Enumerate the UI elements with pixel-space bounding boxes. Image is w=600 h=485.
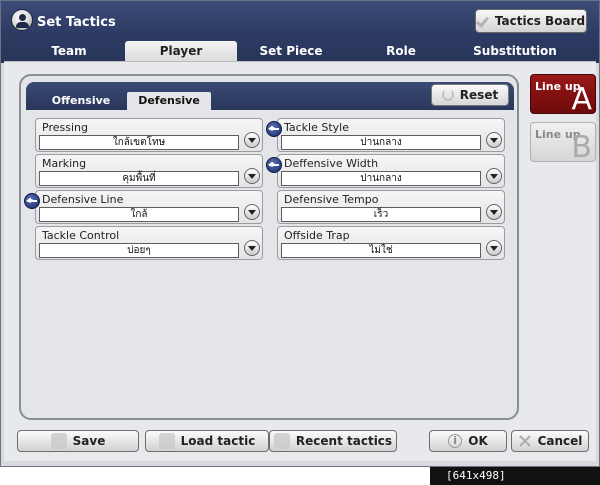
tactics-panel: Offensive Defensive Reset Pressing ใกล้เ… bbox=[19, 74, 519, 420]
defensive-tempo-select[interactable]: เร็ว bbox=[281, 207, 481, 222]
tab-role[interactable]: Role bbox=[351, 41, 451, 61]
main-tabs: Team Player Set Piece Role Substitution bbox=[1, 41, 599, 61]
tackle-style-label: Tackle Style bbox=[284, 121, 350, 134]
recent-icon bbox=[273, 433, 290, 449]
chevron-down-icon[interactable] bbox=[486, 204, 502, 220]
tackle-control-field: Tackle Control บ่อยๆ bbox=[35, 226, 263, 260]
defensive-width-select[interactable]: ปานกลาง bbox=[281, 171, 481, 186]
content-area: Offensive Defensive Reset Pressing ใกล้เ… bbox=[4, 61, 596, 461]
marking-field: Marking คุมพื้นที่ bbox=[35, 154, 263, 188]
offside-trap-field: Offside Trap ไม่ใช่ bbox=[277, 226, 505, 260]
ok-button[interactable]: OK bbox=[429, 430, 507, 452]
tackle-style-field: Tackle Style ปานกลาง bbox=[266, 118, 505, 152]
cancel-button[interactable]: Cancel bbox=[511, 430, 589, 452]
recent-tactics-label: Recent tactics bbox=[295, 434, 393, 448]
defensive-line-select[interactable]: ใกล้ bbox=[39, 207, 239, 222]
defensive-tempo-label: Defensive Tempo bbox=[284, 193, 379, 206]
lineup-b-button[interactable]: Line up B bbox=[530, 122, 596, 162]
load-tactic-label: Load tactic bbox=[180, 434, 256, 448]
offside-trap-label: Offside Trap bbox=[284, 229, 350, 242]
load-tactic-button[interactable]: Load tactic bbox=[145, 430, 269, 452]
load-icon bbox=[158, 433, 175, 449]
pressing-label: Pressing bbox=[42, 121, 88, 134]
cancel-label: Cancel bbox=[537, 434, 583, 448]
player-icon bbox=[11, 9, 33, 31]
ok-label: OK bbox=[468, 434, 488, 448]
recent-tactics-button[interactable]: Recent tactics bbox=[269, 430, 397, 452]
tactics-board-label: Tactics Board bbox=[494, 14, 586, 28]
lineup-b-letter: B bbox=[571, 130, 592, 162]
set-tactics-window: Set Tactics Tactics Board Team Player Se… bbox=[0, 0, 600, 467]
defensive-width-field: Deffensive Width ปานกลาง bbox=[266, 154, 505, 188]
save-button[interactable]: Save bbox=[17, 430, 139, 452]
tab-team[interactable]: Team bbox=[19, 41, 119, 61]
refresh-icon bbox=[441, 89, 454, 101]
title-bar: Set Tactics Tactics Board Team Player Se… bbox=[1, 1, 599, 63]
defensive-line-field: Defensive Line ใกล้ bbox=[24, 190, 263, 224]
checkmark-icon bbox=[477, 14, 491, 28]
link-icon[interactable] bbox=[24, 193, 40, 209]
watermark: [641x498] https://upic.me/ bbox=[430, 467, 600, 485]
defensive-line-label: Defensive Line bbox=[42, 193, 124, 206]
pressing-select[interactable]: ใกล้เขตโทษ bbox=[39, 135, 239, 150]
tab-set-piece[interactable]: Set Piece bbox=[241, 41, 341, 61]
lineup-a-button[interactable]: Line up A bbox=[530, 74, 596, 114]
defensive-width-label: Deffensive Width bbox=[284, 157, 379, 170]
chevron-down-icon[interactable] bbox=[486, 168, 502, 184]
marking-label: Marking bbox=[42, 157, 87, 170]
tackle-control-select[interactable]: บ่อยๆ bbox=[39, 243, 239, 258]
tab-substitution[interactable]: Substitution bbox=[463, 41, 567, 61]
offside-trap-select[interactable]: ไม่ใช่ bbox=[281, 243, 481, 258]
window-title: Set Tactics bbox=[37, 15, 116, 30]
chevron-down-icon[interactable] bbox=[486, 132, 502, 148]
tab-offensive[interactable]: Offensive bbox=[45, 92, 117, 110]
tackle-control-label: Tackle Control bbox=[42, 229, 120, 242]
marking-select[interactable]: คุมพื้นที่ bbox=[39, 171, 239, 186]
chevron-down-icon[interactable] bbox=[244, 168, 260, 184]
close-icon bbox=[518, 434, 532, 448]
chevron-down-icon[interactable] bbox=[486, 240, 502, 256]
defensive-tempo-field: Defensive Tempo เร็ว bbox=[277, 190, 505, 224]
pressing-field: Pressing ใกล้เขตโทษ bbox=[35, 118, 263, 152]
chevron-down-icon[interactable] bbox=[244, 204, 260, 220]
info-icon bbox=[448, 434, 463, 448]
lineup-a-letter: A bbox=[571, 82, 592, 114]
tackle-style-select[interactable]: ปานกลาง bbox=[281, 135, 481, 150]
chevron-down-icon[interactable] bbox=[244, 240, 260, 256]
link-icon[interactable] bbox=[266, 121, 282, 137]
reset-label: Reset bbox=[459, 88, 499, 102]
save-icon bbox=[50, 433, 67, 449]
tab-defensive[interactable]: Defensive bbox=[127, 92, 211, 110]
tactics-board-button[interactable]: Tactics Board bbox=[475, 9, 587, 33]
link-icon[interactable] bbox=[266, 157, 282, 173]
reset-button[interactable]: Reset bbox=[431, 84, 509, 106]
save-label: Save bbox=[72, 434, 106, 448]
tab-player[interactable]: Player bbox=[125, 41, 237, 61]
chevron-down-icon[interactable] bbox=[244, 132, 260, 148]
